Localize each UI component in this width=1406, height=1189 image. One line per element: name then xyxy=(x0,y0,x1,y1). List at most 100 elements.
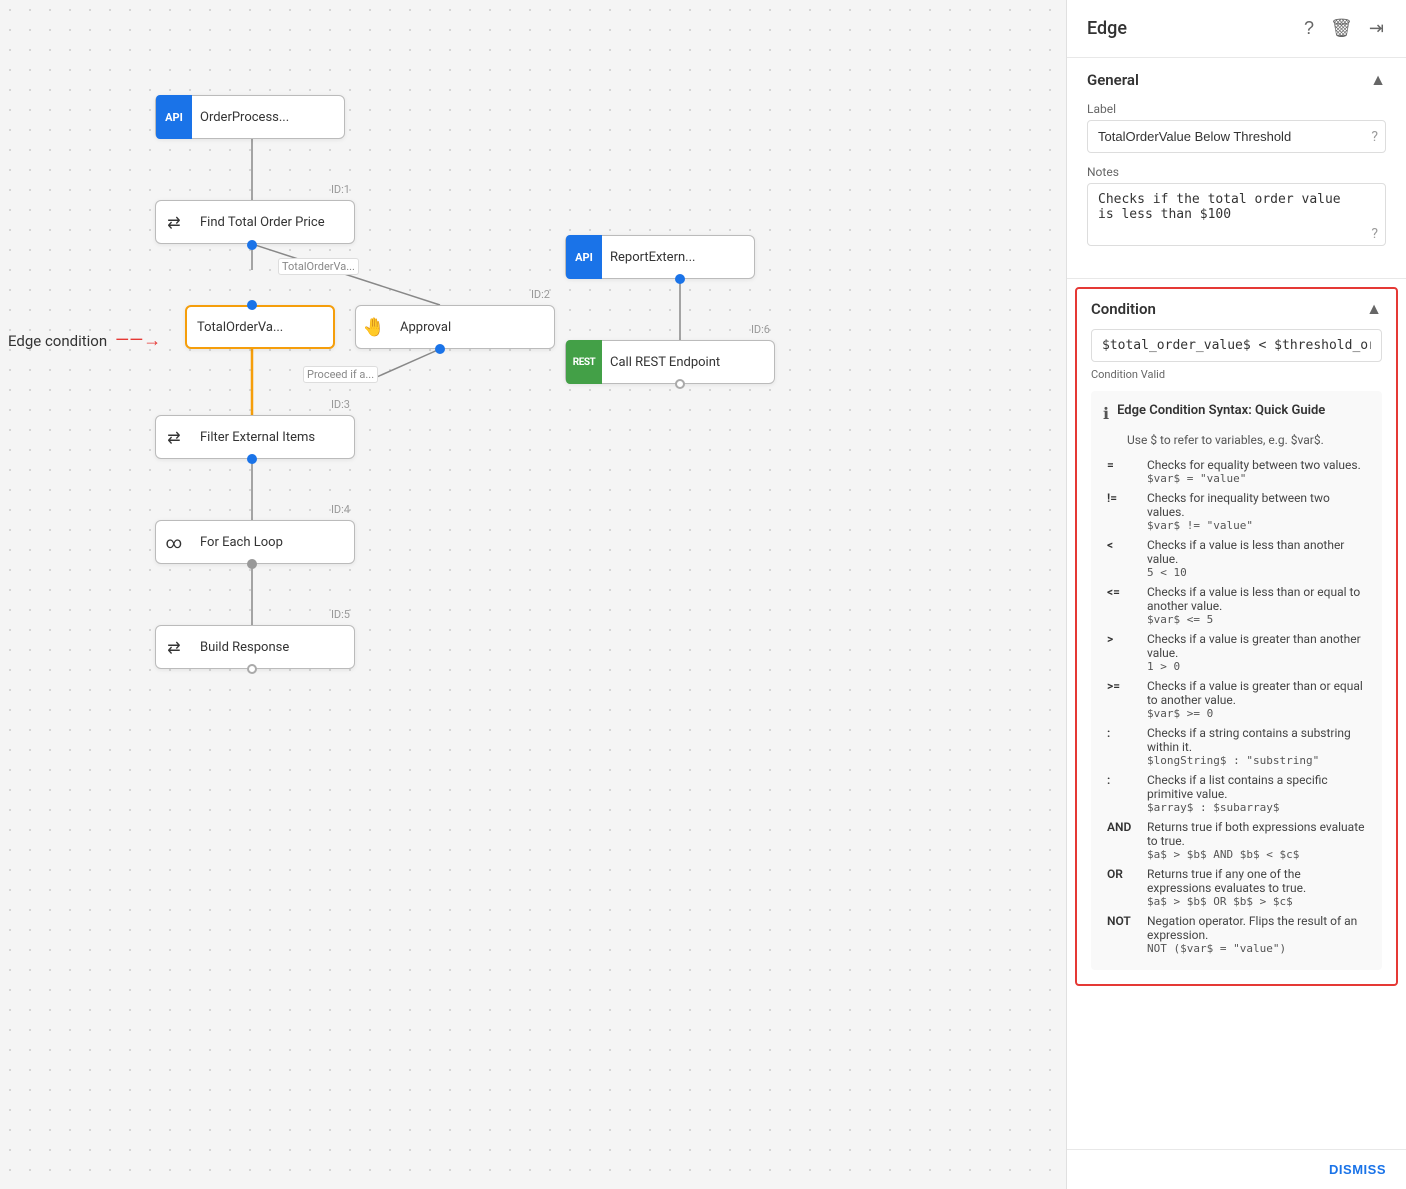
label-help-icon: ? xyxy=(1371,129,1378,145)
guide-desc-cell: Checks for inequality between two values… xyxy=(1143,488,1370,535)
notes-field-label: Notes xyxy=(1087,165,1386,179)
guide-op: >= xyxy=(1103,676,1143,723)
notes-help-icon: ? xyxy=(1371,226,1378,242)
guide-description: Negation operator. Flips the result of a… xyxy=(1147,914,1357,942)
guide-desc-cell: Checks if a list contains a specific pri… xyxy=(1143,770,1370,817)
guide-op: != xyxy=(1103,488,1143,535)
arrow-right-icon: ——→ xyxy=(115,330,161,351)
guide-description: Returns true if both expressions evaluat… xyxy=(1147,820,1364,848)
guide-description: Checks if a string contains a substring … xyxy=(1147,726,1351,754)
general-section: General ▲ Label ? Notes ? xyxy=(1067,58,1406,279)
notes-input[interactable] xyxy=(1087,183,1386,246)
condition-section-title: Condition xyxy=(1091,300,1156,318)
guide-example: $var$ != "value" xyxy=(1147,519,1366,532)
guide-row: AND Returns true if both expressions eva… xyxy=(1103,817,1370,864)
guide-row: OR Returns true if any one of the expres… xyxy=(1103,864,1370,911)
guide-op: OR xyxy=(1103,864,1143,911)
connector-dot-6 xyxy=(247,664,257,674)
condition-valid-label: Condition Valid xyxy=(1091,368,1382,381)
general-section-header: General ▲ xyxy=(1067,58,1406,102)
guide-op: > xyxy=(1103,629,1143,676)
guide-description: Returns true if any one of the expressio… xyxy=(1147,867,1306,895)
condition-section: Condition ▲ Condition Valid ℹ Edge Condi… xyxy=(1075,287,1398,986)
quick-guide-box: ℹ Edge Condition Syntax: Quick Guide Use… xyxy=(1091,391,1382,970)
guide-row: : Checks if a list contains a specific p… xyxy=(1103,770,1370,817)
node-find-total[interactable]: ⇄ Find Total Order Price ID:1 xyxy=(155,200,355,244)
guide-description: Checks if a value is less than or equal … xyxy=(1147,585,1360,613)
guide-row: != Checks for inequality between two val… xyxy=(1103,488,1370,535)
node-call-rest[interactable]: REST Call REST Endpoint ID:6 xyxy=(565,340,775,384)
expand-icon[interactable]: ⇥ xyxy=(1367,16,1386,41)
guide-desc-cell: Checks if a value is less than another v… xyxy=(1143,535,1370,582)
condition-section-content: Condition Valid ℹ Edge Condition Syntax:… xyxy=(1077,329,1396,984)
connector-dot-1 xyxy=(247,240,257,250)
node-build-response[interactable]: ⇄ Build Response ID:5 xyxy=(155,625,355,669)
node-report-extern[interactable]: API ReportExtern... xyxy=(565,235,755,279)
guide-description: Checks if a value is less than another v… xyxy=(1147,538,1344,566)
notes-field-group: Notes ? xyxy=(1087,165,1386,250)
guide-example: $var$ >= 0 xyxy=(1147,707,1366,720)
notes-input-wrap: ? xyxy=(1087,183,1386,250)
dismiss-button[interactable]: DISMISS xyxy=(1329,1162,1386,1177)
connector-dot-7 xyxy=(675,274,685,284)
guide-example: $a$ > $b$ OR $b$ > $c$ xyxy=(1147,895,1366,908)
guide-example: 1 > 0 xyxy=(1147,660,1366,673)
guide-op: = xyxy=(1103,455,1143,488)
condition-input[interactable] xyxy=(1091,329,1382,362)
guide-op: NOT xyxy=(1103,911,1143,958)
guide-table: = Checks for equality between two values… xyxy=(1103,455,1370,958)
label-input[interactable] xyxy=(1087,120,1386,153)
general-chevron-icon[interactable]: ▲ xyxy=(1370,70,1386,90)
info-icon: ℹ xyxy=(1103,404,1109,423)
node-orderprocess[interactable]: API OrderProcess... xyxy=(155,95,345,139)
guide-desc-cell: Checks if a value is greater than anothe… xyxy=(1143,629,1370,676)
guide-example: $longString$ : "substring" xyxy=(1147,754,1366,767)
guide-desc-cell: Checks for equality between two values. … xyxy=(1143,455,1370,488)
delete-icon[interactable]: 🗑 xyxy=(1328,16,1355,41)
edge-condition-label: Edge condition ——→ xyxy=(8,330,161,351)
canvas-svg xyxy=(0,0,1066,1189)
guide-desc-cell: Checks if a value is less than or equal … xyxy=(1143,582,1370,629)
guide-row: <= Checks if a value is less than or equ… xyxy=(1103,582,1370,629)
label-input-wrap: ? xyxy=(1087,120,1386,153)
guide-intro: Use $ to refer to variables, e.g. $var$. xyxy=(1103,433,1370,447)
guide-description: Checks if a value is greater than anothe… xyxy=(1147,632,1361,660)
node-foreach[interactable]: ∞ For Each Loop ID:4 xyxy=(155,520,355,564)
guide-desc-cell: Returns true if both expressions evaluat… xyxy=(1143,817,1370,864)
guide-row: NOT Negation operator. Flips the result … xyxy=(1103,911,1370,958)
connector-dot-4 xyxy=(247,454,257,464)
canvas-area: API OrderProcess... ⇄ Find Total Order P… xyxy=(0,0,1066,1189)
guide-row: > Checks if a value is greater than anot… xyxy=(1103,629,1370,676)
connector-dot-8 xyxy=(675,379,685,389)
guide-row: >= Checks if a value is greater than or … xyxy=(1103,676,1370,723)
help-icon[interactable]: ? xyxy=(1302,16,1316,41)
condition-chevron-icon[interactable]: ▲ xyxy=(1366,299,1382,319)
guide-desc-cell: Returns true if any one of the expressio… xyxy=(1143,864,1370,911)
guide-op: < xyxy=(1103,535,1143,582)
label-field-label: Label xyxy=(1087,102,1386,116)
quick-guide-title: Edge Condition Syntax: Quick Guide xyxy=(1117,403,1325,418)
guide-description: Checks if a value is greater than or equ… xyxy=(1147,679,1363,707)
guide-op: : xyxy=(1103,723,1143,770)
guide-example: $var$ = "value" xyxy=(1147,472,1366,485)
guide-example: $var$ <= 5 xyxy=(1147,613,1366,626)
quick-guide-header: ℹ Edge Condition Syntax: Quick Guide xyxy=(1103,403,1370,423)
guide-op: : xyxy=(1103,770,1143,817)
node-approval[interactable]: 🤚 Approval ID:2 xyxy=(355,305,555,349)
label-field-group: Label ? xyxy=(1087,102,1386,153)
panel-header-icons: ? 🗑 ⇥ xyxy=(1302,16,1386,41)
guide-description: Checks if a list contains a specific pri… xyxy=(1147,773,1328,801)
node-filter-external[interactable]: ⇄ Filter External Items ID:3 xyxy=(155,415,355,459)
guide-example: 5 < 10 xyxy=(1147,566,1366,579)
edge-label-totalorderva: TotalOrderVa... xyxy=(278,258,359,275)
right-panel: Edge ? 🗑 ⇥ General ▲ Label ? Notes xyxy=(1066,0,1406,1189)
guide-description: Checks for equality between two values. xyxy=(1147,458,1361,472)
edge-label-proceed: Proceed if a... xyxy=(303,366,378,383)
guide-row: : Checks if a string contains a substrin… xyxy=(1103,723,1370,770)
panel-title: Edge xyxy=(1087,18,1127,39)
panel-header: Edge ? 🗑 ⇥ xyxy=(1067,0,1406,58)
guide-example: NOT ($var$ = "value") xyxy=(1147,942,1366,955)
general-section-content: Label ? Notes ? xyxy=(1067,102,1406,278)
guide-row: = Checks for equality between two values… xyxy=(1103,455,1370,488)
node-total-orderva[interactable]: TotalOrderVa... xyxy=(185,305,335,349)
